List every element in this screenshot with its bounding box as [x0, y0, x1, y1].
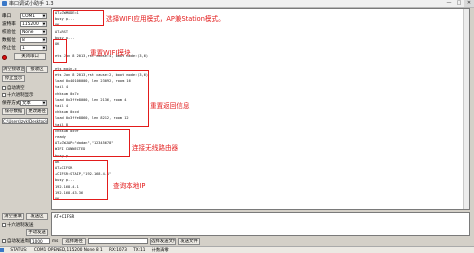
stop-display-button[interactable]: 停止显示 [2, 75, 25, 82]
auto-send-period-input[interactable]: 1000 [30, 238, 50, 244]
annotation-box-ip [53, 160, 108, 200]
checkbox-icon [2, 239, 6, 243]
save-path-field[interactable]: C:\Users\zyk\Desktop\ [2, 118, 48, 124]
title-bar: 串口调试小助手 1.3 — □ ✕ [0, 0, 474, 8]
checkbox-icon [2, 86, 6, 90]
databits-select[interactable]: 8 ▼ [20, 36, 47, 43]
terminal-line: AT+RST [55, 29, 68, 34]
parity-value: None [22, 29, 34, 35]
chevron-down-icon: ▼ [42, 100, 46, 105]
baud-select[interactable]: 115200 ▼ [20, 20, 47, 27]
send-text-area[interactable]: AT+CIFSR [51, 212, 470, 236]
parity-label: 校验位 [2, 29, 16, 35]
receive-terminal[interactable]: AT+CWMODE=1 busy p... OK AT+RST busy p... OK e… [51, 8, 470, 210]
chevron-down-icon: ▼ [42, 13, 46, 18]
select-path-button[interactable]: 选择路径 [62, 238, 86, 245]
status-label: STATUS: [10, 247, 28, 252]
send-file-button[interactable]: 发送文件 [178, 238, 200, 245]
save-mode-row: 保存方式 文本 ▼ [2, 99, 47, 106]
databits-label: 数据位 [2, 37, 16, 43]
auto-clear-label: 自动清空 [7, 86, 25, 91]
annotation-box-reset-info [53, 70, 149, 127]
stopbits-row: 停止位 1 ▼ [2, 44, 47, 51]
chevron-down-icon: ▼ [42, 37, 46, 42]
send-area-button[interactable]: 发送区 [26, 213, 48, 220]
status-icon [0, 248, 4, 252]
hex-send-label: 十六进制发送 [7, 223, 34, 228]
reset-counter-button[interactable]: 计数清零 [152, 247, 169, 252]
save-mode-select[interactable]: 文本 ▼ [20, 99, 47, 106]
clear-receive-button[interactable]: 清空接收区 [2, 66, 25, 73]
period-unit-label: ms [52, 238, 59, 243]
save-data-button[interactable]: 保存数据 [2, 108, 25, 115]
maximize-button[interactable]: □ [454, 0, 464, 7]
databits-value: 8 [22, 37, 25, 43]
chevron-down-icon: ▼ [42, 21, 46, 26]
hex-display-label: 十六进制显示 [7, 93, 34, 98]
port-row: 串口 COM1 ▼ [2, 12, 47, 19]
port-status-led-icon [2, 55, 7, 60]
annotation-mode: 选择WIFI应用模式，AP兼Station模式。 [106, 15, 225, 23]
port-label: 串口 [2, 13, 12, 19]
checkbox-icon [2, 223, 6, 227]
clear-send-button[interactable]: 清空重填 [2, 213, 24, 220]
close-port-button[interactable]: 关闭串口 [14, 53, 46, 60]
save-mode-label: 保存方式 [2, 100, 21, 106]
hex-display-checkbox[interactable]: 十六进制显示 [2, 92, 33, 98]
file-path-field[interactable] [88, 238, 148, 244]
annotation-reset: 重置WIFI模块 [90, 49, 131, 57]
annotation-reset-info: 重置返回信息 [150, 102, 190, 110]
auto-clear-checkbox[interactable]: 自动清空 [2, 85, 25, 91]
parity-row: 校验位 None ▼ [2, 28, 47, 35]
change-path-button[interactable]: 更改路径 [26, 108, 48, 115]
port-value: COM1 [22, 13, 36, 19]
save-mode-value: 文本 [22, 100, 31, 106]
annotation-box-reset [53, 39, 67, 63]
stopbits-value: 1 [22, 45, 25, 51]
stopbits-label: 停止位 [2, 45, 16, 51]
parity-select[interactable]: None ▼ [20, 28, 47, 35]
annotation-box-router [53, 129, 130, 157]
select-file-button[interactable]: 选择发送文件 [150, 238, 176, 245]
close-button[interactable]: ✕ [464, 0, 474, 7]
app-icon [2, 1, 7, 6]
window-title: 串口调试小助手 1.3 [9, 1, 54, 7]
send-panel: 清空重填 发送区 十六进制发送 手动发送 自动发送周期 AT+CIFSR 100… [0, 211, 474, 253]
rx-count: RX:1073 [109, 247, 127, 252]
chevron-down-icon: ▼ [42, 29, 46, 34]
tx-count: TX:11 [133, 247, 146, 252]
databits-row: 数据位 8 ▼ [2, 36, 47, 43]
port-select[interactable]: COM1 ▼ [20, 12, 47, 19]
baud-row: 波特率 115200 ▼ [2, 20, 47, 27]
baud-label: 波特率 [2, 21, 16, 27]
baud-value: 115200 [22, 21, 39, 27]
stopbits-select[interactable]: 1 ▼ [20, 44, 47, 51]
annotation-box-mode [53, 10, 104, 26]
hex-send-checkbox[interactable]: 十六进制发送 [2, 222, 33, 228]
terminal-scrollbar[interactable] [463, 9, 469, 209]
manual-send-button[interactable]: 手动发送 [26, 229, 48, 236]
annotation-router: 连接无线路由器 [132, 144, 179, 152]
receive-area-button[interactable]: 接收区 [26, 66, 48, 73]
auto-send-checkbox[interactable]: 自动发送周期 [2, 238, 33, 244]
open-row [2, 54, 7, 61]
settings-panel: 串口 COM1 ▼ 波特率 115200 ▼ 校验位 None ▼ 数据位 8 ▼ 停止… [0, 8, 50, 210]
window-controls: — □ ✕ [444, 0, 474, 7]
minimize-button[interactable]: — [444, 0, 454, 7]
port-info: COM1 OPENED,115200 None 8 1 [33, 247, 103, 252]
chevron-down-icon: ▼ [42, 45, 46, 50]
checkbox-icon [2, 93, 6, 97]
annotation-ip: 查询本地IP [113, 182, 146, 190]
